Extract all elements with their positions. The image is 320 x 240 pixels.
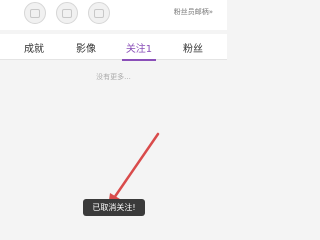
toast-message: 已取消关注! [83,199,145,216]
toast-text: 已取消关注! [92,203,136,212]
annotation-arrow [108,132,160,207]
